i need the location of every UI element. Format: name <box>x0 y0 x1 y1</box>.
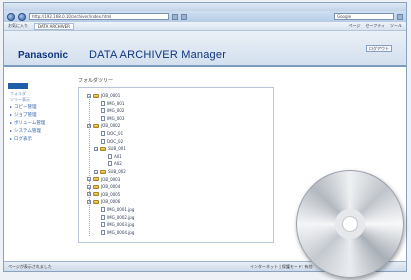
tree-file-row[interactable]: IMG_0004.jpg <box>101 229 134 236</box>
file-icon <box>101 131 105 136</box>
favorites-button[interactable]: お気に入り <box>8 23 28 29</box>
sidebar-item-jobs[interactable]: ジョブ管理 <box>8 111 74 119</box>
tools-menu[interactable]: ツール <box>390 23 402 29</box>
folder-icon <box>100 146 106 151</box>
browser-tab[interactable]: DATA ARCHIVER <box>34 22 74 30</box>
folder-icon <box>93 123 99 128</box>
search-input[interactable]: Google <box>334 13 394 20</box>
tree-node-label: SUB_002 <box>108 169 126 174</box>
tree-node-label: JOB_0003 <box>101 176 121 182</box>
tree-node-label: IMG_0002.jpg <box>107 214 135 220</box>
address-bar: http://192.168.0.10/archiver/index.html … <box>4 11 406 22</box>
sidebar-item-active[interactable] <box>8 83 28 89</box>
folder-icon <box>100 169 106 174</box>
file-icon <box>101 100 105 106</box>
sidebar-item-log[interactable]: ログ表示 <box>8 135 74 143</box>
tree-node-label: A02 <box>114 161 122 167</box>
tree-node-label: JOB_0001 <box>101 93 121 98</box>
tree-folder-row[interactable]: − JOB_0003 <box>87 176 120 183</box>
cd-rom-disc <box>296 170 404 278</box>
tree-node-label: IMG_0001.jpg <box>107 207 135 212</box>
file-icon <box>101 138 105 144</box>
tree-node-label: JOB_0004 <box>101 184 121 190</box>
page-title: フォルダツリー <box>78 78 114 84</box>
refresh-icon[interactable] <box>172 13 178 20</box>
safety-menu[interactable]: セーフティ <box>365 23 385 29</box>
file-icon <box>101 222 105 228</box>
sidebar-item-copy[interactable]: コピー管理 <box>8 103 74 111</box>
sidebar-item-system[interactable]: システム管理 <box>8 127 74 135</box>
tree-folder-row[interactable]: − JOB_0001 <box>87 92 120 99</box>
status-text: ページが表示されました <box>8 263 52 269</box>
stop-icon[interactable] <box>181 13 187 20</box>
security-zone: インターネット | 保護モード: 有効 <box>250 263 313 269</box>
folder-icon <box>93 192 99 197</box>
sidebar-item-volumes[interactable]: ボリューム管理 <box>8 119 74 127</box>
command-menu: ページ セーフティ ツール <box>349 23 402 29</box>
tree-folder-row[interactable]: − JOB_0005 <box>87 191 120 198</box>
file-icon <box>101 108 105 114</box>
address-input[interactable]: http://192.168.0.10/archiver/index.html <box>29 13 169 20</box>
file-icon <box>101 115 105 121</box>
tree-node-label: DOC_01 <box>107 131 124 136</box>
file-icon <box>108 153 112 159</box>
tree-node-label: IMG_0004.jpg <box>107 229 135 235</box>
command-bar: お気に入り DATA ARCHIVER ページ セーフティ ツール <box>4 22 406 31</box>
title-bar <box>4 3 406 11</box>
tree-folder-row[interactable]: − JOB_0004 <box>87 183 120 190</box>
tree-node-label: IMG_003 <box>107 115 125 121</box>
tree-file-row[interactable]: IMG_0001.jpg <box>101 206 134 213</box>
tree-guide-line <box>89 96 90 236</box>
folder-icon <box>93 199 99 204</box>
tree-folder-row[interactable]: − SUB_002 <box>94 168 126 175</box>
file-icon <box>101 207 105 212</box>
page-menu[interactable]: ページ <box>349 23 361 29</box>
logout-button[interactable]: ログアウト <box>366 45 392 52</box>
tree-node-label: JOB_0006 <box>101 199 121 205</box>
tree-node-label: SUB_001 <box>108 146 126 152</box>
tree-file-row[interactable]: DOC_01 <box>101 130 123 137</box>
file-icon <box>108 161 112 167</box>
expand-toggle-icon[interactable]: − <box>94 146 98 151</box>
folder-tree: − JOB_0001 IMG_001 IMG_002 IMG_003− JOB_0002 D… <box>78 87 274 243</box>
tree-node-label: A01 <box>114 153 122 159</box>
tree-file-row[interactable]: IMG_0002.jpg <box>101 214 134 221</box>
tree-folder-row[interactable]: − JOB_0002 <box>87 122 120 129</box>
sidebar: フォルダ ツリー表示 コピー管理 ジョブ管理 ボリューム管理 システム管理 ログ… <box>8 83 74 233</box>
file-icon <box>101 214 105 220</box>
tree-node-label: IMG_0003.jpg <box>107 222 135 228</box>
folder-icon <box>93 177 99 182</box>
folder-icon <box>93 93 99 98</box>
tree-file-row[interactable]: IMG_001 <box>101 100 124 107</box>
tree-file-row[interactable]: A01 <box>108 153 122 160</box>
tree-file-row[interactable]: A02 <box>108 160 122 167</box>
brand-logo: Panasonic <box>18 50 69 61</box>
forward-button[interactable] <box>18 12 26 21</box>
tree-file-row[interactable]: DOC_02 <box>101 138 123 145</box>
file-icon <box>101 229 105 235</box>
folder-icon <box>93 184 99 189</box>
app-header: Panasonic DATA ARCHIVER Manager ログアウト <box>4 31 406 67</box>
app-title: DATA ARCHIVER Manager <box>89 49 227 61</box>
tree-node-label: DOC_02 <box>107 138 124 144</box>
tree-node-label: JOB_0002 <box>101 123 121 129</box>
tree-folder-row[interactable]: − JOB_0006 <box>87 198 120 205</box>
tree-file-row[interactable]: IMG_003 <box>101 115 124 122</box>
tree-folder-row[interactable]: − SUB_001 <box>94 145 126 152</box>
tree-file-row[interactable]: IMG_0003.jpg <box>101 221 134 228</box>
tree-node-label: JOB_0005 <box>101 191 121 197</box>
search-icon[interactable] <box>397 13 403 20</box>
tree-file-row[interactable]: IMG_002 <box>101 107 124 114</box>
tree-node-label: IMG_002 <box>107 108 125 114</box>
back-button[interactable] <box>7 12 15 21</box>
expand-toggle-icon[interactable]: − <box>94 169 98 174</box>
tree-node-label: IMG_001 <box>107 100 125 106</box>
